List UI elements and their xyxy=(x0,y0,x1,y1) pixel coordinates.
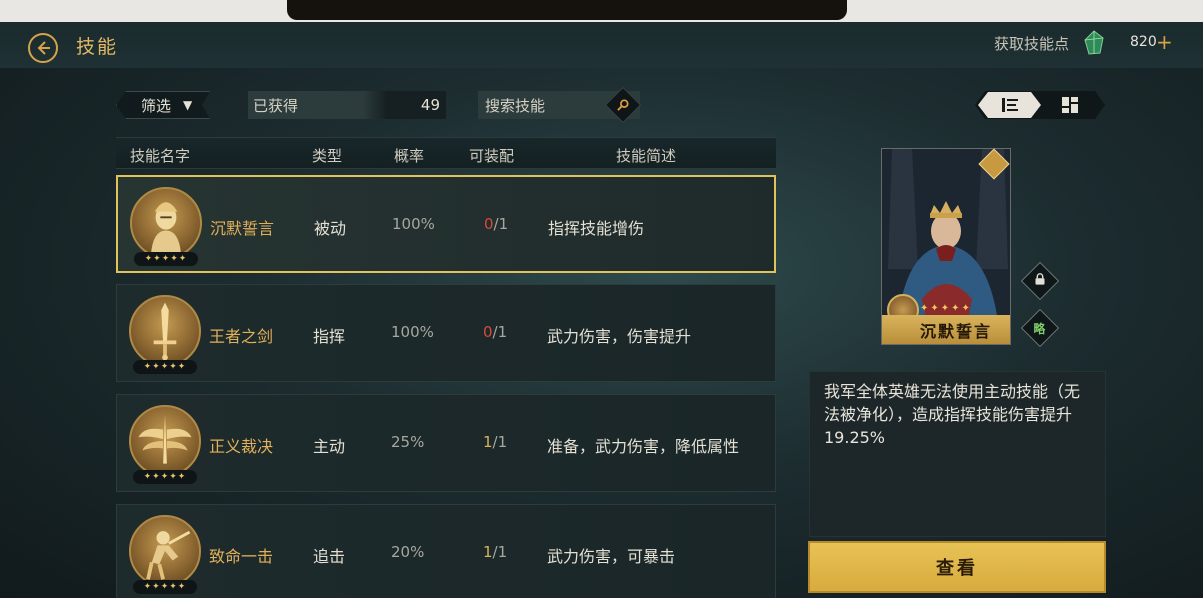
skill-summary: 指挥技能增伤 xyxy=(548,219,645,238)
skill-row[interactable]: ✦✦✦✦✦ 沉默誓言 被动 100% 0/1 指挥技能增伤 xyxy=(116,175,776,273)
page-title: 技能 xyxy=(76,36,119,58)
skill-row[interactable]: ✦✦✦✦✦ 致命一击 追击 20% 1/1 武力伤害，可暴击 xyxy=(116,504,776,598)
grid-view-icon xyxy=(1062,97,1078,113)
skill-equippable: 0/1 xyxy=(483,323,507,341)
abbrev-label: 略 xyxy=(1034,323,1046,337)
skill-rate: 25% xyxy=(391,433,425,451)
back-button[interactable] xyxy=(28,33,58,63)
skill-summary: 武力伤害，伤害提升 xyxy=(547,327,692,346)
arrow-left-icon xyxy=(37,41,50,55)
grid-view-button[interactable] xyxy=(1050,92,1090,118)
column-skill-name[interactable]: 技能名字 xyxy=(130,145,190,166)
search-icon xyxy=(617,99,629,111)
skill-type: 追击 xyxy=(313,547,346,566)
skill-summary: 武力伤害，可暴击 xyxy=(547,547,676,566)
skill-name: 正义裁决 xyxy=(209,437,274,456)
skill-name: 沉默誓言 xyxy=(210,219,275,238)
obtained-label: 已获得 xyxy=(253,96,299,115)
skill-row[interactable]: ✦✦✦✦✦ 王者之剑 指挥 100% 0/1 武力伤害，伤害提升 xyxy=(116,284,776,382)
card-rarity-stars: ✦✦✦✦✦ xyxy=(920,303,972,314)
rarity-stars: ✦✦✦✦✦ xyxy=(133,360,197,374)
equipped-count: 0 xyxy=(483,323,493,341)
column-type[interactable]: 类型 xyxy=(312,145,342,166)
list-view-button[interactable] xyxy=(978,92,1041,118)
skill-equippable: 1/1 xyxy=(483,433,507,451)
equip-max: /1 xyxy=(492,543,508,561)
search-placeholder: 搜索技能 xyxy=(485,96,546,115)
equip-max: /1 xyxy=(492,433,508,451)
skill-detail-description: 我军全体英雄无法使用主动技能（无法被净化），造成指挥技能伤害提升19.25% xyxy=(809,371,1106,537)
obtained-count: 49 xyxy=(420,96,440,114)
skill-rate: 100% xyxy=(391,323,434,341)
silent-oath-emblem-icon xyxy=(130,187,202,259)
filter-label: 筛选 xyxy=(141,96,172,115)
equip-max: /1 xyxy=(492,323,508,341)
lock-icon xyxy=(1035,273,1045,285)
righteous-judgment-emblem-icon xyxy=(129,405,201,477)
skill-rate: 100% xyxy=(392,215,435,233)
skill-row[interactable]: ✦✦✦✦✦ 正义裁决 主动 25% 1/1 准备，武力伤害，降低属性 xyxy=(116,394,776,492)
skill-rate: 20% xyxy=(391,543,425,561)
skill-point-gem-icon xyxy=(1084,30,1104,55)
list-view-icon xyxy=(1002,98,1018,112)
card-skill-name: 沉默誓言 xyxy=(882,315,1010,344)
fatal-strike-emblem-icon xyxy=(129,515,201,587)
rarity-stars: ✦✦✦✦✦ xyxy=(133,580,197,594)
skill-summary: 准备，武力伤害，降低属性 xyxy=(547,437,740,456)
column-description: 技能简述 xyxy=(616,147,677,165)
equip-max: /1 xyxy=(493,215,509,233)
add-skill-points-button[interactable]: + xyxy=(1156,30,1173,54)
skill-point-value: 820 xyxy=(1130,34,1157,50)
column-equippable[interactable]: 可装配 xyxy=(469,145,514,166)
kings-sword-emblem-icon xyxy=(129,295,201,367)
equipped-count: 0 xyxy=(484,215,494,233)
rarity-stars: ✦✦✦✦✦ xyxy=(134,252,198,266)
column-rate[interactable]: 概率 xyxy=(394,145,424,166)
skill-name: 王者之剑 xyxy=(209,327,274,346)
get-skill-points-link[interactable]: 获取技能点 xyxy=(994,33,1069,54)
skill-table-header: 技能名字 类型 概率 可装配 技能简述 xyxy=(116,137,776,169)
abbrev-toggle-button[interactable]: 略 xyxy=(1020,308,1060,348)
top-notch xyxy=(287,0,847,20)
filter-dropdown[interactable]: 筛选 ▼ xyxy=(116,91,210,119)
skill-type: 主动 xyxy=(313,437,346,456)
skill-equippable: 0/1 xyxy=(484,215,508,233)
skill-equippable: 1/1 xyxy=(483,543,507,561)
rarity-stars: ✦✦✦✦✦ xyxy=(133,470,197,484)
skill-type: 被动 xyxy=(314,219,347,238)
caret-down-icon: ▼ xyxy=(183,98,193,112)
skill-type: 指挥 xyxy=(313,327,346,346)
lock-button[interactable] xyxy=(1020,261,1060,301)
equipped-count: 1 xyxy=(483,543,493,561)
view-button[interactable]: 查看 xyxy=(808,541,1106,593)
obtained-counter: 已获得 49 xyxy=(248,91,446,119)
equipped-count: 1 xyxy=(483,433,493,451)
skill-name: 致命一击 xyxy=(209,547,274,566)
